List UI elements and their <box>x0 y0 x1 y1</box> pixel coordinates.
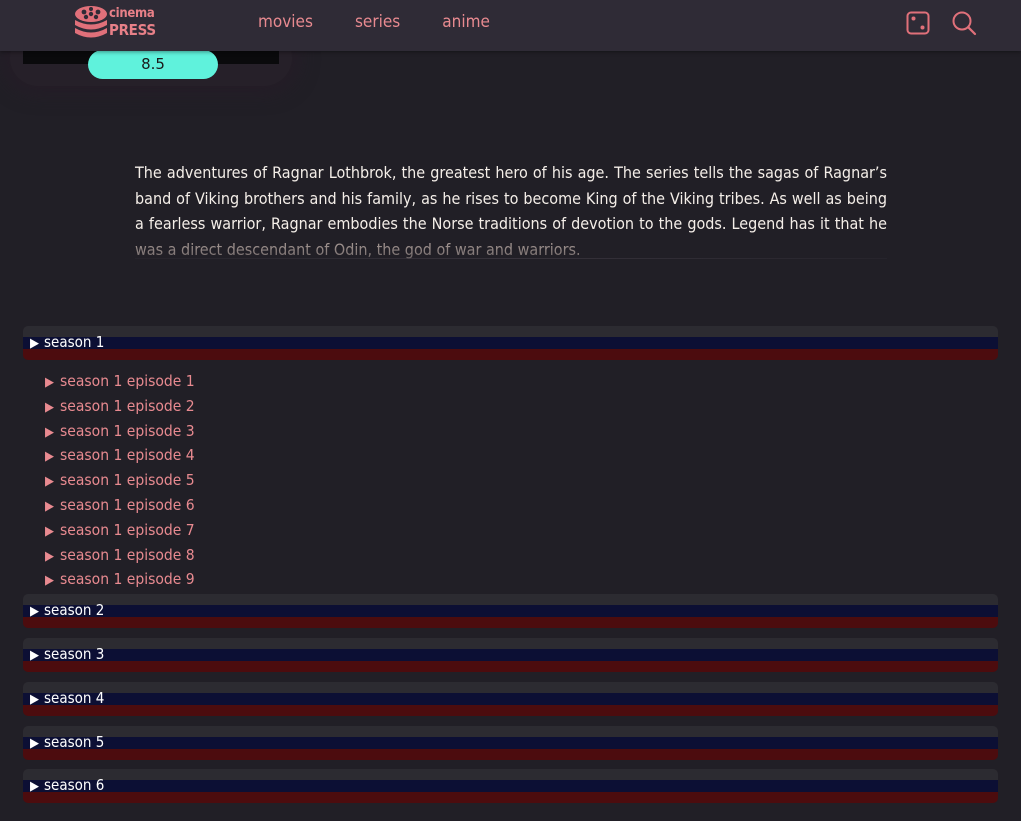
season-label: season 1 <box>44 333 105 351</box>
episode-label: season 1 episode 9 <box>60 570 195 589</box>
top-navbar: cinema PRESS movies series anime <box>0 0 1021 51</box>
episode-list: ▶ season 1 episode 1 ▶ season 1 episode 2 … <box>45 370 195 593</box>
episode-link[interactable]: ▶ season 1 episode 3 <box>45 420 195 445</box>
play-triangle-icon: ▶ <box>30 604 39 619</box>
logo-text-bottom: PRESS <box>109 21 156 39</box>
season-1-header[interactable]: ▶ season 1 <box>23 326 998 360</box>
season-3-header[interactable]: ▶ season 3 <box>23 638 998 672</box>
episode-label: season 1 episode 2 <box>60 396 195 415</box>
play-triangle-icon: ▶ <box>30 648 39 663</box>
dice-icon <box>906 11 930 35</box>
episode-link[interactable]: ▶ season 1 episode 5 <box>45 469 195 494</box>
random-button[interactable] <box>905 10 931 36</box>
season-6-header[interactable]: ▶ season 6 <box>23 769 998 803</box>
episode-link[interactable]: ▶ season 1 episode 7 <box>45 519 195 544</box>
season-2-header[interactable]: ▶ season 2 <box>23 594 998 628</box>
episode-link[interactable]: ▶ season 1 episode 6 <box>45 494 195 519</box>
nav-link-movies[interactable]: movies <box>258 11 313 33</box>
season-label: season 4 <box>44 689 105 707</box>
play-triangle-icon: ▶ <box>45 498 54 514</box>
season-label: season 6 <box>44 776 105 794</box>
film-reel-icon <box>75 6 107 38</box>
description-text: The adventures of Ragnar Lothbrok, the g… <box>135 163 887 233</box>
episode-label: season 1 episode 5 <box>60 471 195 490</box>
episode-link[interactable]: ▶ season 1 episode 9 <box>45 568 195 593</box>
play-triangle-icon: ▶ <box>45 474 54 490</box>
episode-link[interactable]: ▶ season 1 episode 2 <box>45 395 195 420</box>
search-icon <box>952 11 977 36</box>
episode-label: season 1 episode 1 <box>60 372 195 390</box>
nav-link-anime[interactable]: anime <box>442 11 490 33</box>
play-triangle-icon: ▶ <box>45 449 54 465</box>
search-button[interactable] <box>951 10 977 36</box>
episode-label: season 1 episode 3 <box>60 421 195 440</box>
season-4-header[interactable]: ▶ season 4 <box>23 682 998 716</box>
season-label: season 3 <box>44 645 105 663</box>
episode-link[interactable]: ▶ season 1 episode 1 <box>45 370 195 395</box>
play-triangle-icon: ▶ <box>30 736 39 751</box>
logo-text-top: cinema <box>109 6 155 21</box>
play-triangle-icon: ▶ <box>45 424 54 440</box>
episode-link[interactable]: ▶ season 1 episode 8 <box>45 544 195 569</box>
season-5-header[interactable]: ▶ season 5 <box>23 726 998 760</box>
episode-link[interactable]: ▶ season 1 episode 4 <box>45 444 195 469</box>
series-description: The adventures of Ragnar Lothbrok, the g… <box>135 160 887 262</box>
description-divider <box>135 258 887 259</box>
episode-label: season 1 episode 8 <box>60 545 195 564</box>
play-triangle-icon: ▶ <box>45 523 54 539</box>
play-triangle-icon: ▶ <box>45 548 54 564</box>
main-nav: movies series anime <box>258 11 490 33</box>
season-label: season 5 <box>44 733 105 751</box>
play-triangle-icon: ▶ <box>30 692 39 707</box>
play-triangle-icon: ▶ <box>45 399 54 415</box>
play-triangle-icon: ▶ <box>30 779 39 794</box>
episode-label: season 1 episode 4 <box>60 446 195 465</box>
play-triangle-icon: ▶ <box>45 573 54 589</box>
rating-badge: 8.5 <box>88 50 218 79</box>
episode-label: season 1 episode 7 <box>60 520 195 539</box>
play-triangle-icon: ▶ <box>45 375 54 390</box>
play-triangle-icon: ▶ <box>30 336 39 351</box>
description-text-faded: was a direct descendant of Odin, the god… <box>135 239 581 259</box>
logo[interactable]: cinema PRESS <box>74 4 156 44</box>
episode-label: season 1 episode 6 <box>60 495 195 514</box>
nav-link-series[interactable]: series <box>355 11 400 33</box>
season-label: season 2 <box>44 601 105 619</box>
